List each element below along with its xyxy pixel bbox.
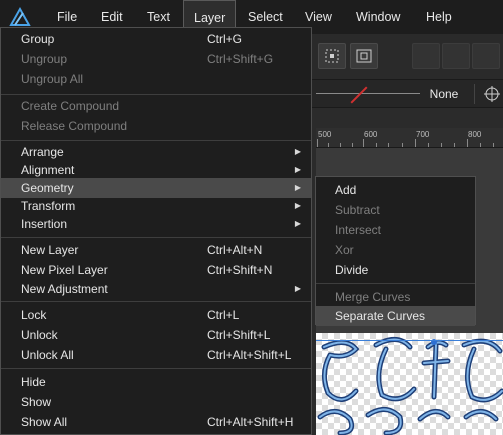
menu-separator <box>1 237 311 238</box>
submenu-arrow-icon: ▶ <box>294 147 301 156</box>
submenu-arrow-icon: ▶ <box>294 183 301 192</box>
ruler-label: 600 <box>364 130 378 139</box>
stroke-style-field[interactable]: None <box>422 84 466 104</box>
boolean-op-3-icon[interactable] <box>472 43 500 69</box>
menu-item-create-compound: Create Compound <box>21 99 120 113</box>
menu-item-unlock-all[interactable]: Unlock All Ctrl+Alt+Shift+L <box>1 345 311 365</box>
menu-item-geometry[interactable]: Geometry ▶ <box>1 178 311 198</box>
menu-item-divide[interactable]: Divide <box>316 260 475 280</box>
menu-item-ungroup: Ungroup Ctrl+Shift+G <box>21 52 274 66</box>
menu-separator <box>1 94 311 95</box>
no-stroke-icon <box>350 86 368 104</box>
layer-menu-dropdown: Group Ctrl+G Ungroup Ctrl+Shift+G Ungroup … <box>0 27 312 435</box>
menu-item-show[interactable]: Show <box>1 392 311 412</box>
ruler-label: 800 <box>468 130 482 139</box>
document-canvas[interactable] <box>316 333 503 435</box>
boolean-op-2-icon[interactable] <box>442 43 470 69</box>
menu-item-subtract: Subtract <box>335 203 380 217</box>
menu-separator <box>1 140 311 141</box>
menu-item-show-all[interactable]: Show All Ctrl+Alt+Shift+H <box>1 412 311 432</box>
menu-item-group[interactable]: Group Ctrl+G <box>1 29 311 49</box>
geometry-submenu: Add Subtract Intersect Xor Divide Merge … <box>315 176 476 326</box>
boolean-op-1-icon[interactable] <box>412 43 440 69</box>
submenu-arrow-icon: ▶ <box>294 219 301 228</box>
ruler-label: 500 <box>318 130 332 139</box>
menu-item-alignment[interactable]: Alignment ▶ <box>1 160 311 180</box>
snapping-icon[interactable] <box>350 43 378 69</box>
menu-item-new-layer[interactable]: New Layer Ctrl+Alt+N <box>1 240 311 260</box>
menu-item-add[interactable]: Add <box>316 180 475 200</box>
menu-separator <box>316 283 475 284</box>
target-icon[interactable] <box>484 86 500 102</box>
menu-item-unlock[interactable]: Unlock Ctrl+Shift+L <box>1 325 311 345</box>
menu-item-hide[interactable]: Hide <box>1 372 311 392</box>
menu-item-merge-curves: Merge Curves <box>335 290 411 304</box>
menu-item-new-pixel-layer[interactable]: New Pixel Layer Ctrl+Shift+N <box>1 260 311 280</box>
menu-window[interactable]: Window <box>346 0 410 34</box>
menu-separator <box>1 301 311 302</box>
menu-item-new-adjustment[interactable]: New Adjustment ▶ <box>1 279 311 299</box>
submenu-arrow-icon: ▶ <box>294 165 301 174</box>
toolbar-divider <box>474 84 475 104</box>
menu-item-insertion[interactable]: Insertion ▶ <box>1 214 311 234</box>
menu-item-arrange[interactable]: Arrange ▶ <box>1 142 311 162</box>
menu-item-ungroup-all: Ungroup All <box>21 72 84 86</box>
menu-item-lock[interactable]: Lock Ctrl+L <box>1 305 311 325</box>
menu-help[interactable]: Help <box>416 0 462 34</box>
stroke-width-slider[interactable] <box>316 93 420 94</box>
decorative-letters-artwork <box>317 337 503 435</box>
submenu-arrow-icon: ▶ <box>294 201 301 210</box>
align-transform-icon[interactable] <box>318 43 346 69</box>
menu-item-separate-curves[interactable]: Separate Curves <box>316 306 475 326</box>
selection-outline <box>316 340 503 341</box>
horizontal-ruler: 500 600 700 800 <box>316 128 503 148</box>
ruler-label: 700 <box>416 130 430 139</box>
submenu-arrow-icon: ▶ <box>294 284 301 293</box>
affinity-designer-logo-icon[interactable] <box>8 6 32 28</box>
menu-item-transform[interactable]: Transform ▶ <box>1 196 311 216</box>
menu-separator <box>1 368 311 369</box>
menu-item-xor: Xor <box>335 243 354 257</box>
menu-item-intersect: Intersect <box>335 223 382 237</box>
menu-item-release-compound: Release Compound <box>21 119 128 133</box>
